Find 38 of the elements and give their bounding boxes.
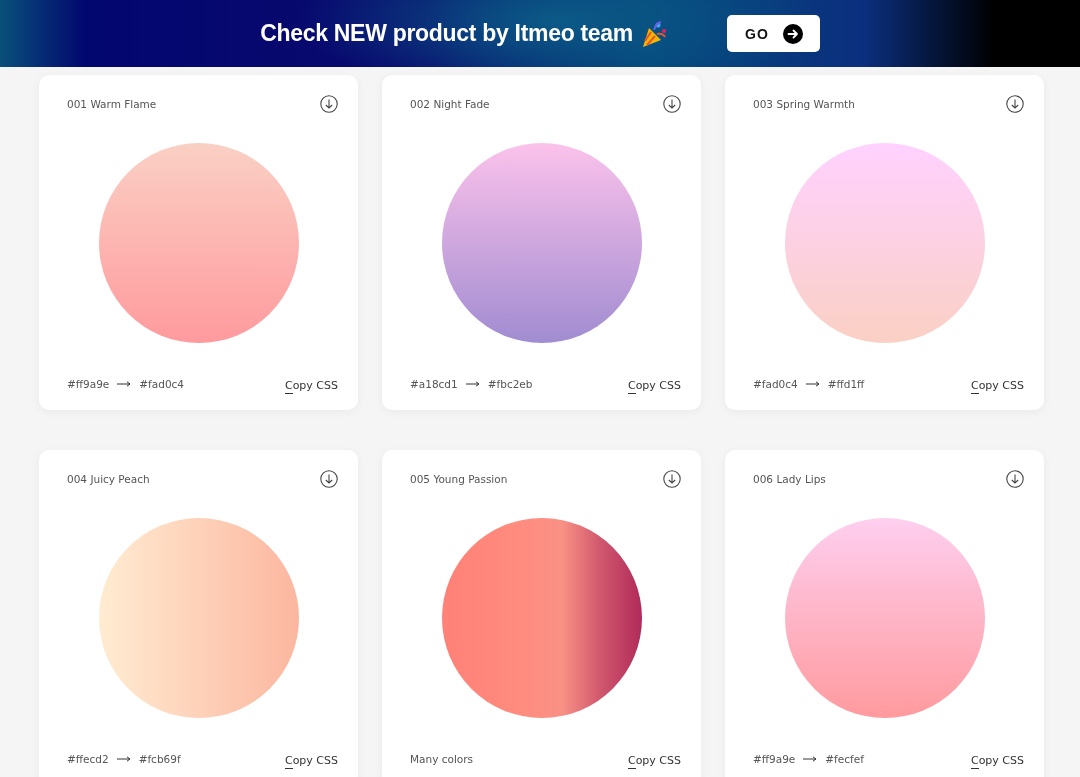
download-icon[interactable]	[320, 95, 338, 113]
color-code: #ff9a9e	[67, 378, 110, 390]
color-code: #fad0c4	[139, 378, 185, 390]
arrow-right-icon	[465, 381, 480, 387]
copy-css-link[interactable]: Copy CSS	[970, 379, 1024, 395]
party-popper-icon	[641, 19, 667, 48]
color-code: #ffd1ff	[827, 378, 865, 390]
color-code: #fbc2eb	[487, 378, 533, 390]
download-icon[interactable]	[1006, 95, 1024, 113]
gradient-name: 006 Lady Lips	[753, 473, 826, 485]
download-icon[interactable]	[663, 470, 681, 488]
gradient-name: 003 Spring Warmth	[753, 98, 855, 110]
gradient-name: 005 Young Passion	[410, 473, 508, 485]
copy-css-link[interactable]: Copy CSS	[627, 379, 681, 395]
color-code: #fecfef	[825, 753, 864, 765]
banner-text: Check NEW product by Itmeo team	[260, 20, 633, 47]
arrow-right-icon	[803, 756, 818, 762]
copy-css-link[interactable]: Copy CSS	[284, 754, 338, 770]
color-code: #fad0c4	[753, 378, 798, 390]
gradient-name: 002 Night Fade	[410, 98, 490, 110]
download-icon[interactable]	[320, 470, 338, 488]
color-code: #fcb69f	[138, 753, 181, 765]
copy-css-link[interactable]: Copy CSS	[284, 379, 338, 395]
copy-css-link[interactable]: Copy CSS	[627, 754, 681, 770]
download-icon[interactable]	[1006, 470, 1024, 488]
gradient-name: 004 Juicy Peach	[67, 473, 150, 485]
color-code: #ff9a9e	[753, 753, 796, 765]
arrow-right-icon	[782, 23, 803, 44]
arrow-right-icon	[117, 381, 132, 387]
color-code: #a18cd1	[410, 378, 458, 390]
gradient-name: 001 Warm Flame	[67, 98, 157, 110]
arrow-right-icon	[116, 756, 131, 762]
arrow-right-icon	[805, 381, 820, 387]
copy-css-link[interactable]: Copy CSS	[970, 754, 1024, 770]
caption-text: Many colors	[410, 753, 474, 765]
download-icon[interactable]	[663, 95, 681, 113]
go-button[interactable]: GO	[727, 15, 820, 52]
color-code: #ffecd2	[67, 753, 109, 765]
